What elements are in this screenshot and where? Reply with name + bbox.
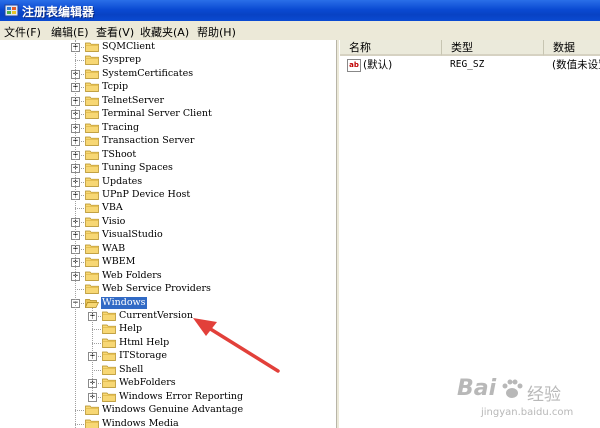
tree-child-node[interactable]: Windows Error Reporting xyxy=(118,391,244,403)
tree-node[interactable]: TelnetServer xyxy=(101,95,165,107)
folder-icon xyxy=(85,150,99,160)
tree-node[interactable]: Windows Genuine Advantage xyxy=(101,404,244,416)
tree-child-node[interactable]: ITStorage xyxy=(118,350,168,362)
tree-connector xyxy=(75,410,84,411)
tree-node[interactable]: Transaction Server xyxy=(101,135,195,147)
tree-connector xyxy=(75,60,84,61)
menu-bar: 文件(F) 编辑(E) 查看(V) 收藏夹(A) 帮助(H) xyxy=(0,21,600,41)
string-value-icon: ab xyxy=(347,59,361,72)
tree-connector xyxy=(75,40,76,428)
tree-connector xyxy=(75,208,84,209)
folder-icon xyxy=(85,203,99,213)
tree-node[interactable]: SQMClient xyxy=(101,41,156,53)
window-title: 注册表编辑器 xyxy=(22,5,95,19)
tree-connector xyxy=(92,329,101,330)
folder-icon xyxy=(102,392,116,402)
tree-node[interactable]: VBA xyxy=(101,202,124,214)
tree-node[interactable]: WBEM xyxy=(101,256,136,268)
tree-child-node[interactable]: CurrentVersion xyxy=(118,310,194,322)
tree-child-node[interactable]: Html Help xyxy=(118,337,170,349)
folder-icon xyxy=(85,257,99,267)
folder-icon xyxy=(102,324,116,334)
tree-node[interactable]: VisualStudio xyxy=(101,229,164,241)
folder-icon xyxy=(85,96,99,106)
watermark-url: jingyan.baidu.com xyxy=(481,407,574,418)
value-name: (默认) xyxy=(363,59,393,71)
registry-tree[interactable]: + SQMClient Sysprep + SystemCertificates + Tcp… xyxy=(0,40,336,428)
tree-child-node[interactable]: Help xyxy=(118,323,143,335)
menu-help[interactable]: 帮助(H) xyxy=(197,24,236,40)
tree-connector xyxy=(92,343,101,344)
menu-edit[interactable]: 编辑(E) xyxy=(51,24,89,40)
value-type: REG_SZ xyxy=(450,59,485,70)
value-list[interactable]: 名称 类型 数据 ab (默认) REG_SZ (数值未设置) xyxy=(340,40,600,428)
baidu-watermark: Bai 经验 jingyan.baidu.com xyxy=(455,372,595,424)
folder-icon xyxy=(102,365,116,375)
folder-icon xyxy=(85,163,99,173)
tree-connector xyxy=(75,424,84,425)
column-header-data[interactable]: 数据 xyxy=(544,40,600,56)
tree-connector xyxy=(92,308,93,397)
folder-icon xyxy=(85,405,99,415)
menu-view[interactable]: 查看(V) xyxy=(96,24,134,40)
tree-node[interactable]: Terminal Server Client xyxy=(101,108,213,120)
tree-connector xyxy=(75,289,84,290)
tree-node[interactable]: Windows xyxy=(101,297,147,309)
tree-child-node[interactable]: WebFolders xyxy=(118,377,177,389)
watermark-brand-suffix: 经验 xyxy=(527,385,561,405)
folder-icon xyxy=(85,230,99,240)
baidu-paw-icon xyxy=(502,379,523,398)
folder-icon xyxy=(102,378,116,388)
folder-icon xyxy=(85,284,99,294)
folder-icon xyxy=(85,109,99,119)
watermark-brand: Bai xyxy=(457,376,497,401)
tree-node[interactable]: Web Folders xyxy=(101,270,163,282)
menu-file[interactable]: 文件(F) xyxy=(4,24,41,40)
folder-open-icon xyxy=(85,299,99,308)
folder-icon xyxy=(85,69,99,79)
tree-node[interactable]: Tracing xyxy=(101,122,140,134)
folder-icon xyxy=(85,190,99,200)
tree-node[interactable]: Updates xyxy=(101,176,143,188)
column-header-type[interactable]: 类型 xyxy=(442,40,544,56)
folder-icon xyxy=(85,419,99,428)
folder-icon xyxy=(85,82,99,92)
value-data: (数值未设置) xyxy=(552,59,600,71)
folder-icon xyxy=(85,42,99,52)
list-item[interactable]: ab (默认) REG_SZ (数值未设置) xyxy=(340,58,600,72)
tree-node[interactable]: Windows Media xyxy=(101,418,180,428)
folder-icon xyxy=(85,244,99,254)
folder-icon xyxy=(85,271,99,281)
tree-connector xyxy=(92,370,101,371)
folder-icon xyxy=(102,311,116,321)
tree-node[interactable]: Tcpip xyxy=(101,81,129,93)
tree-node[interactable]: Sysprep xyxy=(101,54,142,66)
tree-node[interactable]: SystemCertificates xyxy=(101,68,194,80)
folder-icon xyxy=(85,136,99,146)
folder-icon xyxy=(85,177,99,187)
tree-node[interactable]: Visio xyxy=(101,216,126,228)
tree-node[interactable]: UPnP Device Host xyxy=(101,189,191,201)
tree-node[interactable]: TShoot xyxy=(101,149,137,161)
tree-node[interactable]: Web Service Providers xyxy=(101,283,212,295)
column-header-name[interactable]: 名称 xyxy=(340,40,442,56)
folder-icon xyxy=(85,123,99,133)
folder-icon xyxy=(102,338,116,348)
menu-favorites[interactable]: 收藏夹(A) xyxy=(140,24,189,40)
tree-node[interactable]: WAB xyxy=(101,243,126,255)
tree-child-node[interactable]: Shell xyxy=(118,364,144,376)
regedit-icon xyxy=(4,4,19,17)
folder-icon xyxy=(85,55,99,65)
tree-node[interactable]: Tuning Spaces xyxy=(101,162,174,174)
folder-icon xyxy=(102,351,116,361)
title-bar: 注册表编辑器 xyxy=(0,0,600,21)
folder-icon xyxy=(85,217,99,227)
